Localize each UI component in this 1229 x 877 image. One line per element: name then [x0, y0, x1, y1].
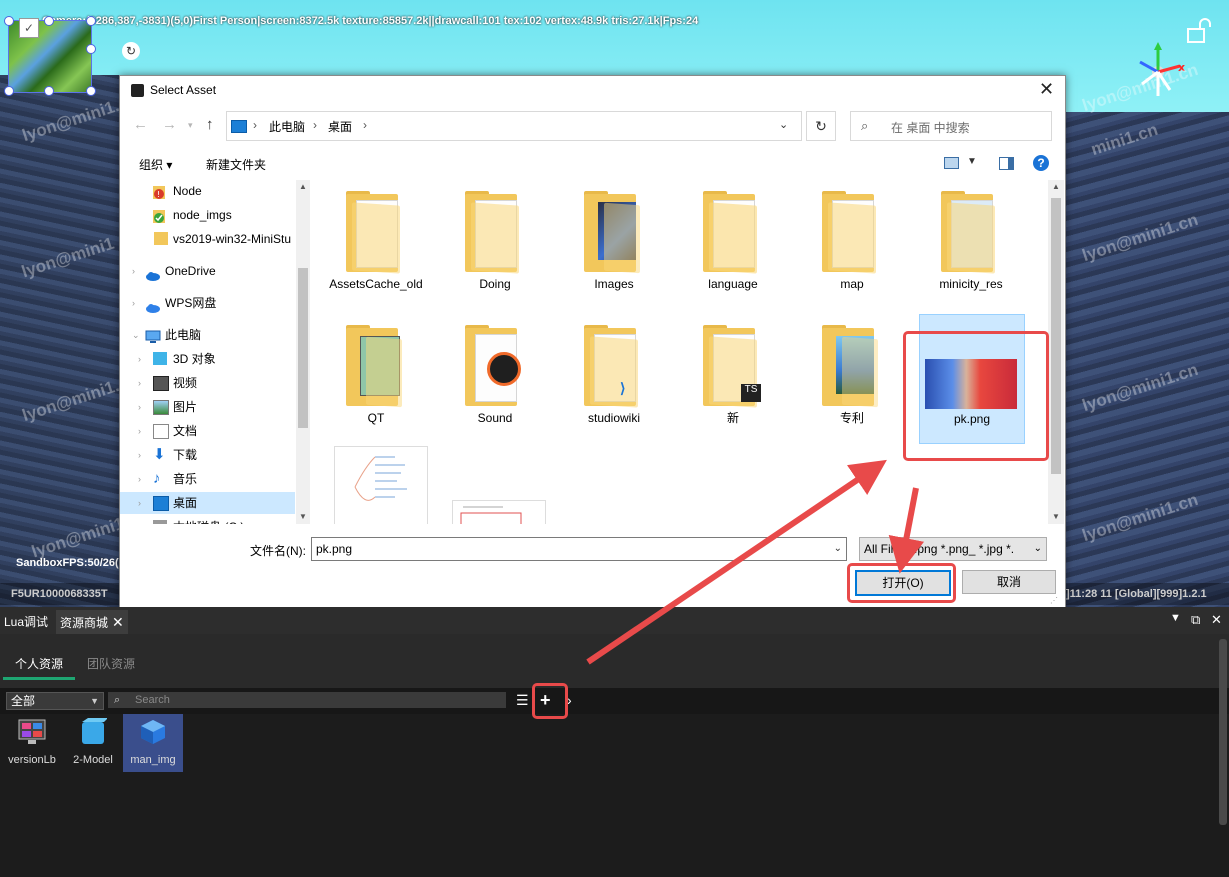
annotation-arrows: [586, 459, 925, 665]
